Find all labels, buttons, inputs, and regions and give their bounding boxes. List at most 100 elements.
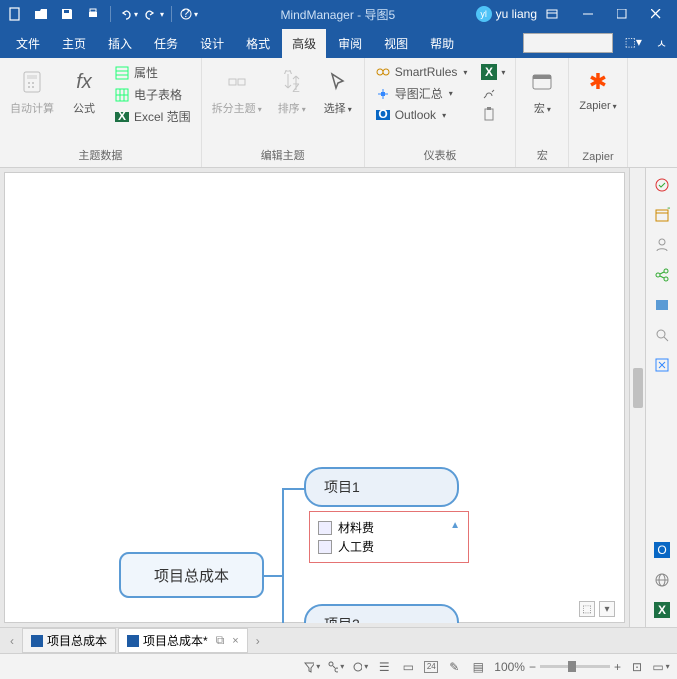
tab-design[interactable]: 设计 <box>190 29 234 58</box>
filter-icon[interactable] <box>304 659 320 675</box>
subtopic-box-1[interactable]: ▲ 材料费 人工费 <box>309 511 469 563</box>
help-dropdown[interactable]: ? <box>178 3 200 25</box>
fit-icon[interactable]: ⊡ <box>629 659 645 675</box>
doc-tab-1[interactable]: 项目总成本 <box>22 628 116 653</box>
group-dashboard: SmartRules▾ 导图汇总▾ OOutlook▾ X▾ 仪表板 <box>365 58 517 167</box>
minimize-button[interactable] <box>571 0 605 28</box>
sidetool-web[interactable] <box>649 567 675 593</box>
topic-project2[interactable]: 项目2 <box>304 604 459 623</box>
autocalc-button[interactable]: 自动计算 <box>6 62 58 120</box>
user-account[interactable]: yl yu liang <box>476 6 537 22</box>
view-tool-2[interactable]: ▾ <box>599 601 615 617</box>
maps-icon <box>375 86 391 102</box>
window-title: MindManager - 导图5 <box>200 6 476 23</box>
zoom-out-button[interactable]: − <box>529 660 536 674</box>
sidetool-calendar[interactable]: + <box>649 202 675 228</box>
close-button[interactable] <box>639 0 673 28</box>
outlook-button[interactable]: OOutlook▾ <box>371 105 472 125</box>
tab-advanced[interactable]: 高级 <box>282 29 326 58</box>
spreadsheet-icon <box>114 87 130 103</box>
view-tool-1[interactable]: ⬚ <box>579 601 595 617</box>
tab-scroll-right[interactable]: › <box>250 634 266 648</box>
smartrules-button[interactable]: SmartRules▾ <box>371 62 472 82</box>
svg-text:X: X <box>485 65 493 79</box>
open-button[interactable] <box>30 3 52 25</box>
group-edit-topic: 拆分主题 AZ 排序 选择 编辑主题 <box>202 58 365 167</box>
zapier-icon: ✱ <box>582 66 614 98</box>
properties-button[interactable]: 属性 <box>110 62 195 83</box>
side-toolbox: + O X <box>645 168 677 627</box>
collapse-ribbon-icon[interactable]: ㅅ <box>652 31 671 56</box>
connector <box>264 575 284 577</box>
sidetool-library[interactable] <box>649 292 675 318</box>
tab-close-icon[interactable]: × <box>232 635 238 647</box>
status-icon-8[interactable]: ▤ <box>470 659 486 675</box>
split-topic-button[interactable]: 拆分主题 <box>208 62 266 120</box>
tab-file[interactable]: 文件 <box>6 29 50 58</box>
canvas[interactable]: 项目总成本 项目1 ▲ 材料费 人工费 项目2 ▲ 材料费 人工费 ⬚ ▾ <box>4 172 625 623</box>
zoom-control: 100% − + <box>494 660 621 674</box>
topic-icon <box>318 540 332 554</box>
doc-tab-2[interactable]: 项目总成本*⧉× <box>118 628 248 653</box>
tab-review[interactable]: 审阅 <box>328 29 372 58</box>
sort-button[interactable]: AZ 排序 <box>272 62 312 120</box>
sidetool-person[interactable] <box>649 232 675 258</box>
sidetool-excel[interactable]: X <box>649 597 675 623</box>
tab-view[interactable]: 视图 <box>374 29 418 58</box>
zapier-button[interactable]: ✱ Zapier <box>575 62 620 116</box>
excel-range-button[interactable]: XExcel 范围 <box>110 106 195 127</box>
sidetool-expand[interactable] <box>649 352 675 378</box>
select-button[interactable]: 选择 <box>318 62 358 120</box>
sync-icon[interactable] <box>352 659 368 675</box>
maps-summary-button[interactable]: 导图汇总▾ <box>371 83 472 104</box>
new-doc-button[interactable] <box>4 3 26 25</box>
tab-scroll-left[interactable]: ‹ <box>4 634 20 648</box>
macro-icon <box>526 66 558 98</box>
tab-home[interactable]: 主页 <box>52 29 96 58</box>
zoom-slider[interactable] <box>540 665 610 668</box>
macro-button[interactable]: 宏 <box>522 62 562 120</box>
sidetool-search[interactable] <box>649 322 675 348</box>
avatar: yl <box>476 6 492 22</box>
status-icon-4[interactable]: ☰ <box>376 659 392 675</box>
save-button[interactable] <box>56 3 78 25</box>
subtopic-item[interactable]: 人工费 <box>318 537 460 556</box>
clipboard-button[interactable] <box>477 104 509 124</box>
status-icon-6[interactable]: 24 <box>424 661 438 673</box>
excel-icon-button[interactable]: X▾ <box>477 62 509 82</box>
formula-button[interactable]: fx 公式 <box>64 62 104 120</box>
undo-button[interactable] <box>117 3 139 25</box>
vertical-scrollbar[interactable] <box>629 168 645 627</box>
zoom-label[interactable]: 100% <box>494 660 525 674</box>
excel-icon: X <box>481 64 497 80</box>
print-button[interactable] <box>82 3 104 25</box>
svg-text:A: A <box>284 70 292 77</box>
sidetool-task[interactable] <box>649 172 675 198</box>
maximize-button[interactable] <box>605 0 639 28</box>
redo-button[interactable] <box>143 3 165 25</box>
sidetool-outlook[interactable]: O <box>649 537 675 563</box>
collapse-icon[interactable]: ▲ <box>450 520 460 531</box>
link-icon-button[interactable] <box>477 83 509 103</box>
tab-help[interactable]: 帮助 <box>420 29 464 58</box>
sidetool-share[interactable] <box>649 262 675 288</box>
root-topic[interactable]: 项目总成本 <box>119 552 264 598</box>
status-icon-7[interactable]: ✎ <box>446 659 462 675</box>
group-label: 主题数据 <box>78 145 122 165</box>
tab-task[interactable]: 任务 <box>144 29 188 58</box>
tab-insert[interactable]: 插入 <box>98 29 142 58</box>
calculator-icon <box>16 66 48 98</box>
branch-icon[interactable] <box>328 659 344 675</box>
zoom-in-button[interactable]: + <box>614 660 621 674</box>
toolbar-icon1[interactable]: ⬚▾ <box>621 31 646 56</box>
search-input[interactable] <box>523 33 613 53</box>
status-icon-5[interactable]: ▭ <box>400 659 416 675</box>
spreadsheet-button[interactable]: 电子表格 <box>110 84 195 105</box>
ribbon-display-button[interactable] <box>545 7 571 21</box>
subtopic-item[interactable]: 材料费 <box>318 518 460 537</box>
topic-project1[interactable]: 项目1 <box>304 467 459 507</box>
clipboard-icon <box>481 106 497 122</box>
tab-format[interactable]: 格式 <box>236 29 280 58</box>
view-mode-icon[interactable]: ▭ <box>653 659 669 675</box>
tab-popout-icon[interactable]: ⧉ <box>216 633 225 648</box>
